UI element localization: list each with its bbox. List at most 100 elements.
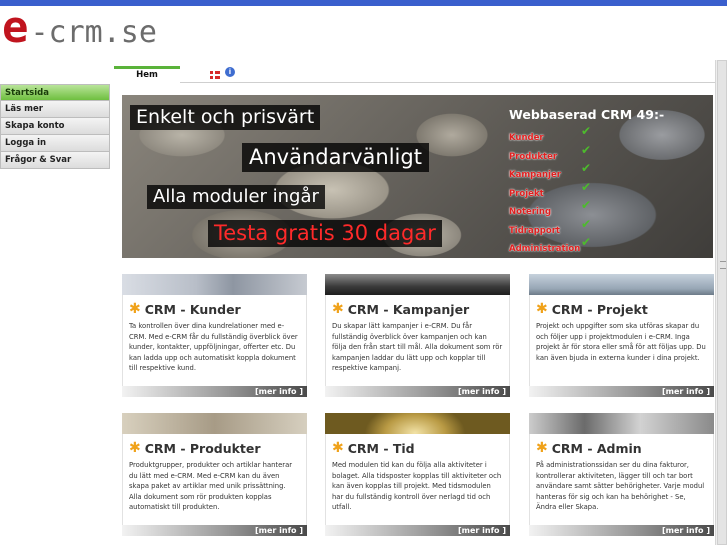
card-body: ✱ CRM - Produkter Produktgrupper, produkt… xyxy=(122,434,307,528)
hero-module-label: Tidrapport xyxy=(509,225,560,236)
hero-module-list: Kunder ✔ Produkter ✔ Kampanjer ✔ Projekt ✔ N… xyxy=(509,124,609,255)
card-footer: [mer info ] xyxy=(325,525,510,536)
star-icon: ✱ xyxy=(332,301,344,317)
card-body: ✱ CRM - Kampanjer Du skapar lätt kampanje… xyxy=(325,295,510,389)
hero-module-row: Projekt ✔ xyxy=(509,179,609,200)
sidebar-nav: Startsida Läs mer Skapa konto Logga in F… xyxy=(0,84,110,169)
card-tid: ✱ CRM - Tid Med modulen tid kan du följa … xyxy=(325,413,510,542)
card-footer: [mer info ] xyxy=(325,386,510,397)
star-icon: ✱ xyxy=(129,301,141,317)
sidebar-item-startsida[interactable]: Startsida xyxy=(0,84,110,101)
hero-banner[interactable]: Enkelt och prisvärt Användarvänligt Alla… xyxy=(122,95,713,258)
hero-line-testa-gratis[interactable]: Testa gratis 30 dagar xyxy=(208,220,442,247)
scrollbar-thumb[interactable] xyxy=(717,60,727,545)
check-icon: ✔ xyxy=(581,179,592,194)
card-text: Ta kontrollen över dina kundrelationer m… xyxy=(129,322,298,373)
hero-module-label: Projekt xyxy=(509,188,544,199)
card-produkter: ✱ CRM - Produkter Produktgrupper, produkt… xyxy=(122,413,307,542)
hero-price-title: Webbaserad CRM 49:- xyxy=(509,107,665,122)
card-footer: [mer info ] xyxy=(529,386,714,397)
card-title-text: CRM - Kampanjer xyxy=(347,301,470,317)
star-icon: ✱ xyxy=(536,440,548,456)
card-body: ✱ CRM - Admin På administrationssidan ser… xyxy=(529,434,714,528)
tab-divider xyxy=(180,82,727,83)
card-title-text: CRM - Produkter xyxy=(144,440,261,456)
more-info-button[interactable]: [mer info ] xyxy=(662,386,710,397)
more-info-button[interactable]: [mer info ] xyxy=(662,525,710,536)
card-title-text: CRM - Tid xyxy=(347,440,415,456)
info-icon[interactable]: i xyxy=(225,67,235,77)
card-title: ✱ CRM - Kunder xyxy=(129,300,300,318)
logo-e: e xyxy=(2,2,29,53)
sidebar-item-fragor-svar[interactable]: Frågor & Svar xyxy=(0,152,110,169)
more-info-button[interactable]: [mer info ] xyxy=(255,386,303,397)
card-text: Med modulen tid kan du följa alla aktivi… xyxy=(332,461,502,512)
sidebar-item-skapa-konto[interactable]: Skapa konto xyxy=(0,118,110,135)
tab-home[interactable]: Hem xyxy=(114,66,180,83)
card-photo xyxy=(529,413,714,434)
hero-module-label: Notering xyxy=(509,207,552,217)
card-title-text: CRM - Admin xyxy=(551,440,642,456)
check-icon: ✔ xyxy=(581,216,592,231)
hero-module-row: Administration ✔ xyxy=(509,235,609,255)
flag-icon[interactable] xyxy=(210,71,220,79)
check-icon: ✔ xyxy=(581,142,592,157)
card-title-text: CRM - Kunder xyxy=(144,301,241,317)
hero-module-row: Kunder ✔ xyxy=(509,124,609,144)
card-title: ✱ CRM - Produkter xyxy=(129,439,300,457)
card-photo xyxy=(325,413,510,434)
card-body: ✱ CRM - Tid Med modulen tid kan du följa … xyxy=(325,434,510,528)
tab-bar: Hem i xyxy=(114,66,727,83)
hero-line-enkelt: Enkelt och prisvärt xyxy=(130,105,321,130)
hero-line-moduler: Alla moduler ingår xyxy=(147,185,325,209)
card-text: På administrationssidan ser du dina fakt… xyxy=(536,461,705,512)
card-footer: [mer info ] xyxy=(122,386,307,397)
star-icon: ✱ xyxy=(129,440,141,456)
card-projekt: ✱ CRM - Projekt Projekt och uppgifter som… xyxy=(529,274,714,403)
hero-module-label: Administration xyxy=(509,244,581,254)
card-title: ✱ CRM - Tid xyxy=(332,439,503,457)
card-photo xyxy=(325,274,510,295)
card-body: ✱ CRM - Kunder Ta kontrollen över dina ku… xyxy=(122,295,307,389)
card-title: ✱ CRM - Projekt xyxy=(536,300,707,318)
star-icon: ✱ xyxy=(332,440,344,456)
scrollbar-grip-icon xyxy=(720,261,726,269)
hero-module-label: Kunder xyxy=(509,133,544,143)
card-text: Du skapar lätt kampanjer i e-CRM. Du får… xyxy=(332,322,503,373)
card-footer: [mer info ] xyxy=(529,525,714,536)
card-photo xyxy=(122,413,307,434)
card-photo xyxy=(529,274,714,295)
card-footer: [mer info ] xyxy=(122,525,307,536)
card-text: Produktgrupper, produkter och artiklar h… xyxy=(129,461,293,512)
card-text: Projekt och uppgifter som ska utföras sk… xyxy=(536,322,706,362)
check-icon: ✔ xyxy=(581,161,592,175)
hero-module-row: Produkter ✔ xyxy=(509,142,609,163)
card-kunder: ✱ CRM - Kunder Ta kontrollen över dina ku… xyxy=(122,274,307,403)
card-title: ✱ CRM - Admin xyxy=(536,439,707,457)
card-admin: ✱ CRM - Admin På administrationssidan ser… xyxy=(529,413,714,542)
hero-line-anvandarvanligt: Användarvänligt xyxy=(242,143,429,172)
card-body: ✱ CRM - Projekt Projekt och uppgifter som… xyxy=(529,295,714,389)
card-kampanjer: ✱ CRM - Kampanjer Du skapar lätt kampanje… xyxy=(325,274,510,403)
star-icon: ✱ xyxy=(536,301,548,317)
sidebar-item-las-mer[interactable]: Läs mer xyxy=(0,101,110,118)
sidebar-item-logga-in[interactable]: Logga in xyxy=(0,135,110,152)
check-icon: ✔ xyxy=(581,235,592,249)
page: e -crm.se Hem i Startsida Läs mer Skapa … xyxy=(0,0,727,545)
more-info-button[interactable]: [mer info ] xyxy=(458,386,506,397)
card-title: ✱ CRM - Kampanjer xyxy=(332,300,503,318)
hero-module-label: Produkter xyxy=(509,151,558,162)
vertical-scrollbar[interactable] xyxy=(715,60,727,545)
hero-module-row: Notering ✔ xyxy=(509,198,609,218)
hero-module-row: Kampanjer ✔ xyxy=(509,161,609,181)
logo-text: -crm.se xyxy=(30,15,157,50)
check-icon: ✔ xyxy=(581,124,592,138)
hero-module-row: Tidrapport ✔ xyxy=(509,216,609,237)
more-info-button[interactable]: [mer info ] xyxy=(458,525,506,536)
check-icon: ✔ xyxy=(581,198,592,212)
hero-module-label: Kampanjer xyxy=(509,170,561,180)
card-title-text: CRM - Projekt xyxy=(551,301,648,317)
card-photo xyxy=(122,274,307,295)
more-info-button[interactable]: [mer info ] xyxy=(255,525,303,536)
site-logo[interactable]: e -crm.se xyxy=(2,6,157,50)
